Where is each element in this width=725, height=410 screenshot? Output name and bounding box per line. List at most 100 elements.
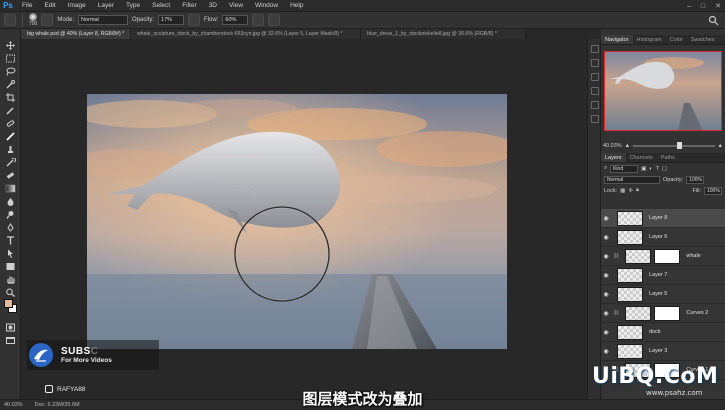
- character-panel-icon[interactable]: [591, 115, 599, 123]
- menu-select[interactable]: Select: [146, 0, 176, 12]
- layer-name[interactable]: whale: [686, 253, 700, 259]
- lock-position-icon[interactable]: ✢: [628, 188, 633, 194]
- filter-pixel-icon[interactable]: ▣: [641, 166, 646, 172]
- hand-tool-icon[interactable]: [5, 275, 16, 284]
- close-button[interactable]: ✕: [715, 2, 721, 10]
- foreground-color-swatch[interactable]: [4, 299, 13, 308]
- quick-select-tool-icon[interactable]: [5, 80, 16, 89]
- layer-row[interactable]: ◉ ⛓ Curves 2: [601, 304, 725, 323]
- layer-mask-thumbnail[interactable]: [654, 248, 681, 264]
- flow-input[interactable]: 60%: [222, 15, 249, 25]
- visibility-eye-icon[interactable]: ◉: [601, 209, 611, 228]
- brush-tool-icon[interactable]: [4, 14, 16, 26]
- layer-thumbnail[interactable]: [617, 210, 643, 226]
- filter-shape-icon[interactable]: ▢: [662, 166, 667, 172]
- pressure-opacity-icon[interactable]: [188, 14, 201, 26]
- brush-panel-icon[interactable]: [41, 14, 54, 26]
- pressure-size-icon[interactable]: [268, 14, 281, 26]
- zoom-in-icon[interactable]: ▲: [718, 143, 723, 149]
- search-icon[interactable]: [708, 15, 719, 26]
- opacity-input[interactable]: 17%: [158, 15, 185, 25]
- zoom-out-icon[interactable]: ▲: [625, 143, 630, 149]
- menu-type[interactable]: Type: [120, 0, 146, 12]
- menu-window[interactable]: Window: [249, 0, 284, 12]
- layer-name[interactable]: Layer 8: [649, 215, 667, 221]
- layer-row[interactable]: ◉ ⛓ whale: [601, 247, 725, 266]
- layer-row[interactable]: ◉ Layer 7: [601, 266, 725, 285]
- screen-mode-icon[interactable]: [5, 336, 16, 345]
- layer-row[interactable]: ◉ Layer 8: [601, 209, 725, 228]
- brush-tool-icon[interactable]: [5, 132, 16, 141]
- filter-type-icon[interactable]: T: [656, 166, 659, 172]
- type-tool-icon[interactable]: [5, 236, 16, 245]
- layer-fill-input[interactable]: 100%: [704, 186, 722, 195]
- tab-swatches[interactable]: Swatches: [687, 35, 719, 44]
- layer-thumbnail[interactable]: [617, 343, 643, 359]
- menu-layer[interactable]: Layer: [92, 0, 120, 12]
- tab-blue-dress[interactable]: blue_dress_1_by_stocknickelie8.jpg @ 36.…: [361, 29, 526, 39]
- shape-tool-icon[interactable]: [5, 262, 16, 271]
- zoom-tool-icon[interactable]: [5, 288, 16, 297]
- layer-thumbnail[interactable]: [625, 248, 652, 264]
- layer-name[interactable]: Layer 3: [649, 348, 667, 354]
- tab-histogram[interactable]: Histogram: [633, 35, 666, 44]
- tab-whale-sculpture[interactable]: whale_sculpture_stock_by_chamberstock-65…: [131, 29, 361, 39]
- layer-opacity-input[interactable]: 100%: [686, 175, 705, 184]
- layer-name[interactable]: dock: [649, 329, 661, 335]
- lock-pixels-icon[interactable]: ▦: [620, 188, 625, 194]
- zoom-slider-knob[interactable]: [677, 142, 683, 149]
- minimize-button[interactable]: –: [687, 3, 691, 10]
- layer-name[interactable]: Layer 6: [649, 234, 667, 240]
- filter-adjust-icon[interactable]: ◐: [649, 166, 652, 172]
- menu-filter[interactable]: Filter: [176, 0, 202, 12]
- layer-name[interactable]: Layer 7: [649, 272, 667, 278]
- brush-preset-picker[interactable]: 700: [29, 13, 37, 27]
- menu-help[interactable]: Help: [284, 0, 309, 12]
- history-panel-icon[interactable]: [591, 45, 599, 53]
- visibility-eye-icon[interactable]: ◉: [601, 342, 611, 361]
- clone-stamp-tool-icon[interactable]: [5, 145, 16, 154]
- tab-paths[interactable]: Paths: [657, 153, 679, 162]
- menu-file[interactable]: File: [16, 0, 38, 12]
- tab-navigator[interactable]: Navigator: [601, 35, 633, 44]
- menu-view[interactable]: View: [223, 0, 249, 12]
- layer-name[interactable]: Layer 5: [649, 291, 667, 297]
- visibility-eye-icon[interactable]: ◉: [601, 323, 611, 342]
- navigator-zoom-value[interactable]: 40.03%: [603, 143, 622, 149]
- document-canvas[interactable]: [87, 94, 507, 349]
- airbrush-icon[interactable]: [252, 14, 265, 26]
- actions-panel-icon[interactable]: [591, 73, 599, 81]
- layer-thumbnail[interactable]: [617, 267, 643, 283]
- properties-panel-icon[interactable]: [591, 87, 599, 95]
- visibility-eye-icon[interactable]: ◉: [601, 266, 611, 285]
- layer-thumbnail[interactable]: [617, 286, 643, 302]
- tab-color[interactable]: Color: [666, 35, 687, 44]
- visibility-eye-icon[interactable]: ◉: [601, 228, 611, 247]
- zoom-slider[interactable]: [633, 142, 715, 149]
- tab-big-whale[interactable]: big whale.psd @ 40% (Layer 8, RGB/8#) *: [21, 29, 131, 39]
- navigator-view-box[interactable]: [604, 51, 722, 131]
- lock-all-icon[interactable]: 🔒︎: [636, 187, 639, 194]
- info-panel-icon[interactable]: [591, 59, 599, 67]
- brush-panel-icon[interactable]: [591, 101, 599, 109]
- subscribe-banner[interactable]: SUBSC For More Videos: [27, 340, 159, 370]
- visibility-eye-icon[interactable]: ◉: [601, 304, 611, 323]
- eraser-tool-icon[interactable]: [5, 171, 16, 180]
- menu-image[interactable]: Image: [62, 0, 92, 12]
- path-selection-tool-icon[interactable]: [5, 249, 16, 258]
- layer-row[interactable]: ◉ Layer 6: [601, 228, 725, 247]
- gradient-tool-icon[interactable]: [5, 184, 16, 193]
- tab-channels[interactable]: Channels: [626, 153, 657, 162]
- history-brush-tool-icon[interactable]: [5, 158, 16, 167]
- quick-mask-icon[interactable]: [5, 323, 16, 332]
- blur-tool-icon[interactable]: [5, 197, 16, 206]
- move-tool-icon[interactable]: [5, 41, 16, 50]
- blend-mode-select[interactable]: Normal: [604, 175, 660, 184]
- healing-brush-tool-icon[interactable]: [5, 119, 16, 128]
- kind-filter-select[interactable]: Kind: [610, 164, 639, 173]
- tab-layers[interactable]: Layers: [601, 153, 626, 162]
- layer-row[interactable]: ◉ dock: [601, 323, 725, 342]
- visibility-eye-icon[interactable]: ◉: [601, 285, 611, 304]
- layer-row[interactable]: ◉ Layer 3: [601, 342, 725, 361]
- crop-tool-icon[interactable]: [5, 93, 16, 102]
